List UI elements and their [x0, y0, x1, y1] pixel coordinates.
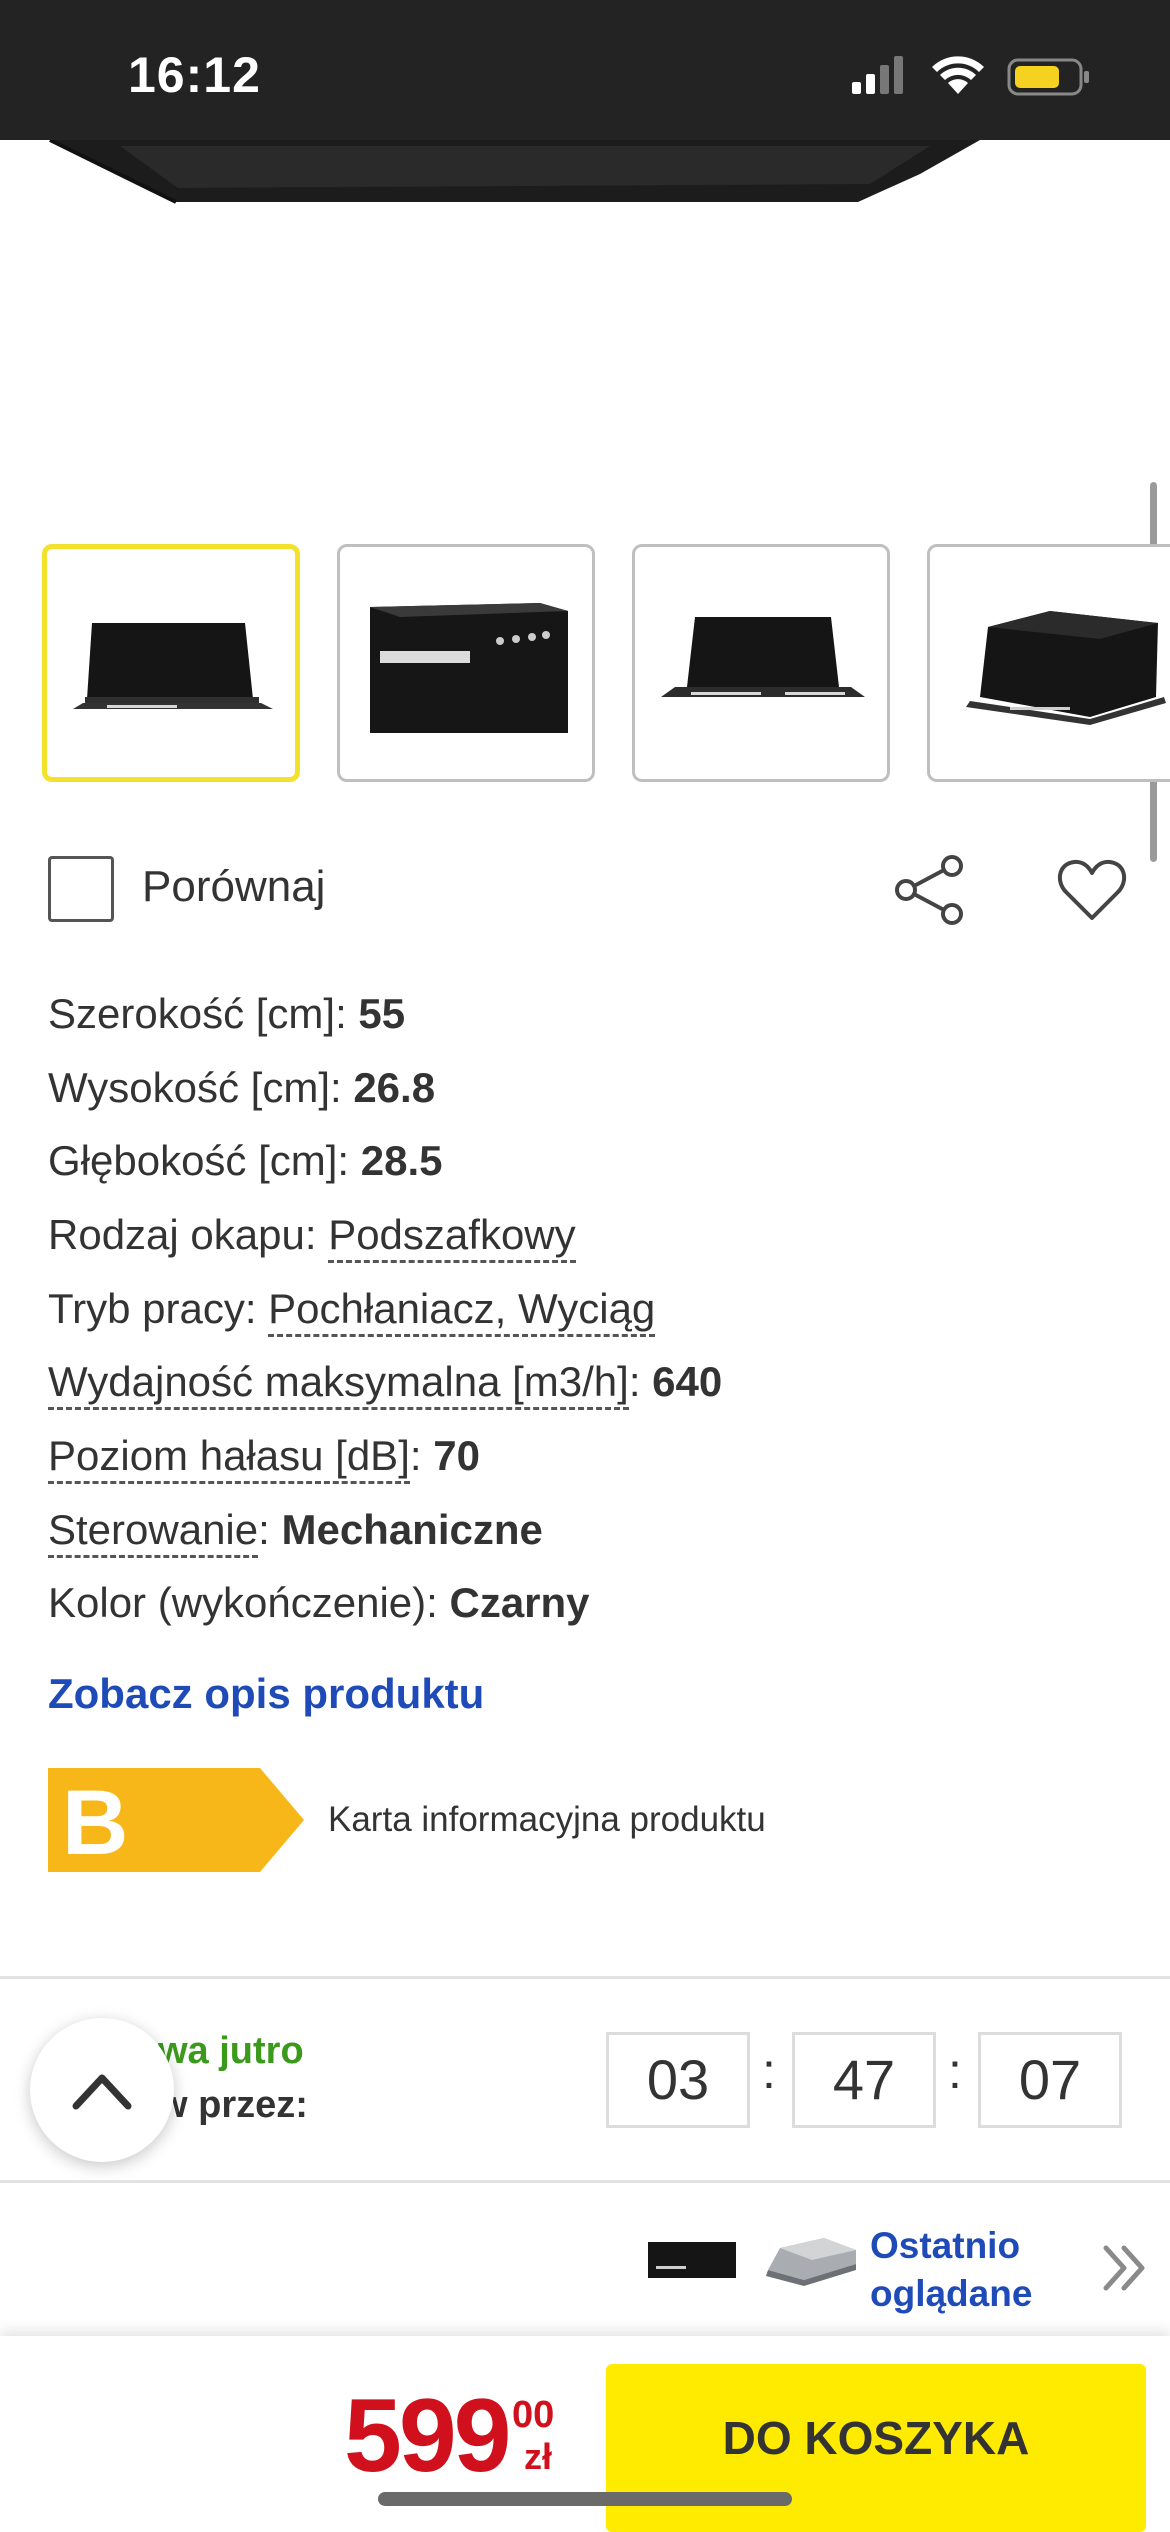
delivery-label: wa jutro: [158, 2030, 304, 2072]
double-chevron-right-icon[interactable]: [1100, 2240, 1150, 2296]
section-divider: [0, 2180, 1170, 2183]
status-bar: 16:12: [0, 0, 1170, 140]
share-icon[interactable]: [892, 852, 968, 928]
spec-label-link[interactable]: Wydajność maksymalna [m3/h]: [48, 1358, 629, 1410]
spec-height: Wysokość [cm]: 26.8: [48, 1058, 435, 1118]
product-main-image[interactable]: [0, 140, 1170, 220]
spec-label: Kolor (wykończenie):: [48, 1579, 450, 1626]
price-currency: zł: [524, 2436, 553, 2477]
delivery-sublabel: w przez:: [158, 2084, 308, 2126]
spec-value: 70: [433, 1432, 480, 1479]
compare-checkbox[interactable]: [48, 856, 114, 922]
heart-icon[interactable]: [1056, 856, 1128, 924]
spec-label: Szerokość [cm]:: [48, 990, 359, 1037]
spec-depth: Głębokość [cm]: 28.5: [48, 1131, 443, 1191]
thumbnail-front[interactable]: [42, 544, 300, 782]
energy-class-badge[interactable]: B: [48, 1768, 304, 1872]
recently-viewed-thumb[interactable]: [764, 2230, 860, 2294]
spec-value: Mechaniczne: [281, 1506, 543, 1553]
signal-icon: [852, 56, 903, 94]
add-to-cart-button[interactable]: DO KOSZYKA: [606, 2364, 1146, 2532]
compare-label[interactable]: Porównaj: [142, 862, 325, 912]
spec-value: Czarny: [449, 1579, 590, 1626]
spec-value: 640: [652, 1358, 723, 1405]
spec-value: 28.5: [360, 1137, 443, 1184]
thumbnail-closeup[interactable]: [337, 544, 595, 782]
spec-width: Szerokość [cm]: 55: [48, 984, 405, 1044]
chevron-up-icon: [72, 2074, 132, 2110]
spec-control: Sterowanie: Mechaniczne: [48, 1500, 543, 1560]
wifi-icon: [932, 56, 984, 94]
thumbnail-angle[interactable]: [927, 544, 1170, 782]
spec-color: Kolor (wykończenie): Czarny: [48, 1573, 590, 1633]
recently-viewed-line1: Ostatnio: [870, 2225, 1021, 2266]
thumbnail-front-2-image: [661, 617, 865, 697]
section-divider: [0, 1976, 1170, 1979]
countdown-minutes: 47: [792, 2032, 936, 2128]
energy-info-link[interactable]: Karta informacyjna produktu: [328, 1800, 766, 1840]
spec-max-throughput: Wydajność maksymalna [m3/h]: 640: [48, 1352, 722, 1412]
status-time: 16:12: [128, 47, 261, 103]
price-main: 599: [344, 2378, 512, 2494]
countdown-separator: :: [948, 2043, 962, 2099]
spec-label-link[interactable]: Poziom hałasu [dB]: [48, 1432, 410, 1484]
spec-label: Głębokość [cm]:: [48, 1137, 361, 1184]
countdown-seconds: 07: [978, 2032, 1122, 2128]
recently-viewed-line2: oglądane: [870, 2273, 1033, 2314]
spec-value-link[interactable]: Podszafkowy: [328, 1211, 576, 1263]
countdown-hours: 03: [606, 2032, 750, 2128]
spec-noise: Poziom hałasu [dB]: 70: [48, 1426, 480, 1486]
spec-value: 55: [358, 990, 406, 1037]
spec-hood-type: Rodzaj okapu: Podszafkowy: [48, 1205, 576, 1265]
thumbnail-front-image: [73, 623, 273, 709]
spec-mode: Tryb pracy: Pochłaniacz, Wyciąg: [48, 1279, 656, 1339]
spec-label-link[interactable]: Sterowanie: [48, 1506, 259, 1558]
thumbnail-front-2[interactable]: [632, 544, 890, 782]
status-icons: [852, 56, 1089, 96]
energy-class-letter: B: [62, 1772, 128, 1872]
spec-label: Wysokość [cm]:: [48, 1064, 354, 1111]
scroll-to-top-button[interactable]: [30, 2018, 174, 2162]
price-cents: 00: [512, 2394, 555, 2436]
countdown-separator: :: [762, 2043, 776, 2099]
recently-viewed-thumb[interactable]: [646, 2238, 738, 2282]
thumbnail-angle-image: [966, 611, 1166, 725]
product-description-link[interactable]: Zobacz opis produktu: [48, 1670, 484, 1718]
recently-viewed-label[interactable]: Ostatnio oglądane: [870, 2222, 1032, 2318]
spec-label: Rodzaj okapu:: [48, 1211, 329, 1258]
battery-icon: [1007, 58, 1089, 96]
spec-value-link[interactable]: Pochłaniacz, Wyciąg: [268, 1285, 656, 1337]
home-indicator[interactable]: [378, 2492, 792, 2506]
spec-label: Tryb pracy:: [48, 1285, 269, 1332]
spec-value: 26.8: [353, 1064, 436, 1111]
thumbnail-closeup-image: [370, 603, 568, 733]
